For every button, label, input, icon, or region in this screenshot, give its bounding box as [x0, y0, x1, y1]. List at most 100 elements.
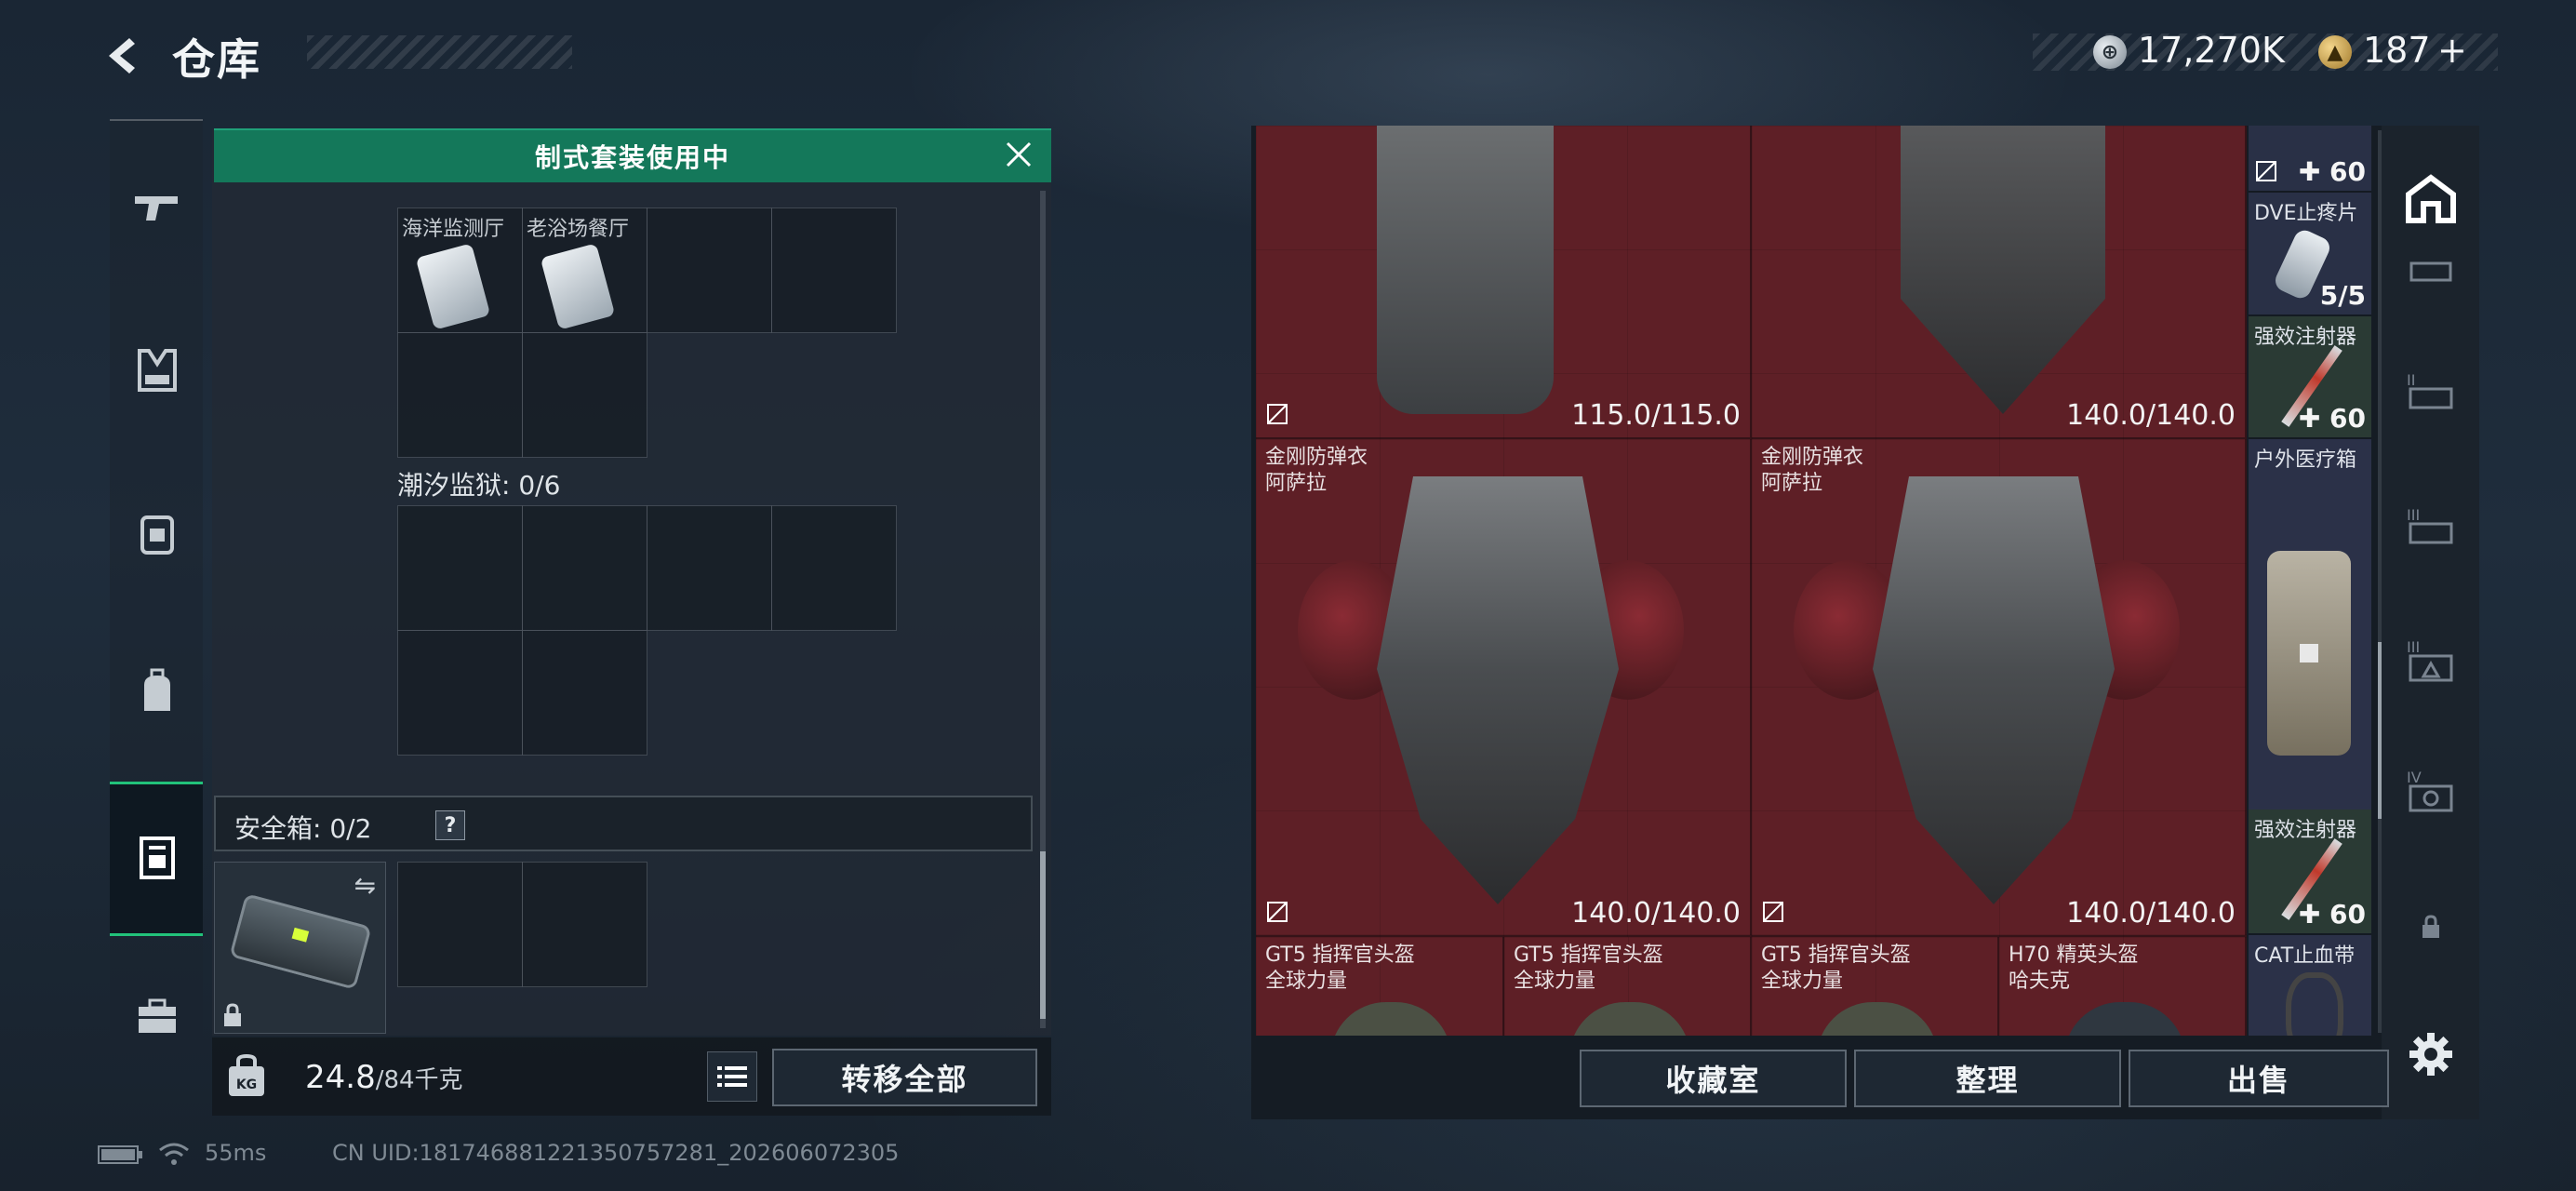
safebox-slot[interactable]: ⇋ [214, 862, 386, 1034]
item-name: DVE止疼片 [2254, 202, 2358, 225]
armor-image [1901, 126, 2105, 414]
item-name: 强效注射器 [2254, 819, 2357, 842]
lock-icon [222, 1003, 243, 1027]
stash-tab-5-icon[interactable]: IV [2393, 754, 2469, 830]
no-insurance-icon [1763, 902, 1783, 922]
item-name: GT5 指挥官头盔 [1761, 943, 1911, 967]
page-title: 仓库 [172, 34, 261, 85]
item-name: H70 精英头盔 [2009, 943, 2139, 967]
gear-icon[interactable] [2393, 1016, 2469, 1092]
help-icon[interactable]: ? [435, 810, 465, 840]
armor-image [1873, 476, 2115, 904]
gold-balance: 187 [2363, 30, 2431, 71]
inventory-slot[interactable] [522, 505, 647, 631]
stash-item-helmet[interactable]: GT5 指挥官头盔 全球力量 [1752, 937, 1999, 1036]
stash-item-armor[interactable]: 金刚防弹衣 阿萨拉 140.0/140.0 [1256, 439, 1752, 937]
pistol-icon[interactable] [117, 167, 197, 248]
no-insurance-icon [1267, 902, 1288, 922]
battery-icon [98, 1144, 144, 1165]
stash-item-medical[interactable]: DVE止疼片 5/5 [2249, 193, 2371, 316]
backpack-icon[interactable] [117, 651, 197, 731]
close-icon[interactable] [1000, 136, 1037, 173]
durability: 140.0/140.0 [2066, 897, 2236, 930]
durability: 140.0/140.0 [2066, 399, 2236, 432]
stash-tab-1-icon[interactable] [2393, 233, 2469, 309]
svg-text:III: III [2407, 506, 2420, 524]
stash-item-armor[interactable]: 140.0/140.0 [1752, 126, 2247, 439]
case-icon[interactable] [117, 977, 197, 1057]
item-name: CAT止血带 [2254, 944, 2356, 968]
keycard-icon [540, 243, 616, 330]
weight-max: /84千克 [375, 1066, 463, 1094]
armor-image [1377, 476, 1619, 904]
inventory-slot[interactable] [771, 207, 897, 333]
stash-item-helmet[interactable]: H70 精英头盔 哈夫克 [1999, 937, 2247, 1036]
svg-text:III: III [2407, 638, 2420, 656]
item-value: 60 [2329, 899, 2366, 930]
stash-item-armor[interactable]: 金刚防弹衣 阿萨拉 140.0/140.0 [1752, 439, 2247, 937]
keycard-icon [415, 243, 491, 330]
inventory-slot[interactable] [647, 505, 772, 631]
item-brand: 阿萨拉 [1265, 472, 1328, 495]
item-name: 老浴场餐厅 [527, 218, 630, 241]
stash-item-medical[interactable]: CAT止血带 [2249, 935, 2371, 1036]
inventory-slot[interactable] [397, 630, 523, 756]
safebox-header: 安全箱: 0/2 ? [214, 796, 1033, 851]
stash-item-medical[interactable]: ✚ 60 [2249, 126, 2371, 193]
svg-text:II: II [2407, 371, 2415, 389]
transfer-all-button[interactable]: 转移全部 [772, 1049, 1037, 1106]
durability: 140.0/140.0 [1571, 897, 1741, 930]
helmet-image [1330, 1002, 1451, 1036]
stash-item-medical[interactable]: 强效注射器 ✚ 60 [2249, 316, 2371, 439]
item-name: 金刚防弹衣 [1265, 446, 1368, 469]
stash-item-helmet[interactable]: GT5 指挥官头盔 全球力量 [1504, 937, 1752, 1036]
item-name: 户外医疗箱 [2254, 448, 2357, 472]
swap-icon[interactable]: ⇋ [354, 870, 376, 901]
item-value: 60 [2329, 156, 2366, 187]
safebox-icon[interactable] [117, 817, 197, 897]
sort-button[interactable]: 整理 [1854, 1050, 2121, 1107]
safebox-slot[interactable] [522, 862, 647, 987]
rig-icon[interactable] [117, 493, 197, 573]
helmet-image [1817, 1002, 1938, 1036]
ping-text: 55ms [205, 1140, 267, 1166]
weight-icon: KG [229, 1053, 264, 1096]
item-brand: 全球力量 [1761, 970, 1844, 993]
stash-home-icon[interactable] [2393, 160, 2469, 236]
durability: 115.0/115.0 [1571, 399, 1741, 432]
sell-button[interactable]: 出售 [2129, 1050, 2389, 1107]
inventory-slot[interactable]: 海洋监测厅 [397, 207, 523, 333]
inventory-slot[interactable] [522, 332, 647, 458]
safebox-slot[interactable] [397, 862, 523, 987]
add-gold-button[interactable]: + [2437, 30, 2467, 71]
item-name: 金刚防弹衣 [1761, 446, 1864, 469]
stash-item-medical[interactable]: 强效注射器 ✚ 60 [2249, 810, 2371, 935]
stash-tab-4-icon[interactable]: III [2393, 623, 2469, 700]
back-arrow-icon[interactable] [98, 33, 144, 79]
stash-item-helmet[interactable]: GT5 指挥官头盔 全球力量 [1256, 937, 1504, 1036]
inventory-slot[interactable] [397, 332, 523, 458]
stash-item-armor[interactable]: 115.0/115.0 [1256, 126, 1752, 439]
inventory-slot[interactable] [647, 207, 772, 333]
wifi-icon [158, 1141, 190, 1167]
list-view-button[interactable] [707, 1051, 757, 1102]
inventory-slot[interactable] [771, 505, 897, 631]
stash-tab-2-icon[interactable]: II [2393, 354, 2469, 430]
medkit-icon [2267, 551, 2351, 756]
stash-grid: 115.0/115.0 140.0/140.0 金刚防弹衣 阿萨拉 140.0/… [1256, 126, 2247, 1036]
loadout-banner: 制式套装使用中 [214, 128, 1051, 182]
armor-image [1377, 126, 1554, 414]
vest-icon[interactable] [117, 330, 197, 410]
item-brand: 阿萨拉 [1761, 472, 1823, 495]
carry-weight: 24.8/84千克 [305, 1059, 463, 1096]
helmet-image [1569, 1002, 1690, 1036]
inventory-scroll-thumb[interactable] [1040, 851, 1046, 1019]
svg-text:IV: IV [2407, 769, 2422, 786]
stash-tab-3-icon[interactable]: III [2393, 488, 2469, 565]
silver-balance: 17,270K [2138, 30, 2285, 71]
inventory-slot[interactable] [397, 505, 523, 631]
inventory-slot[interactable] [522, 630, 647, 756]
inventory-slot[interactable]: 老浴场餐厅 [522, 207, 647, 333]
item-brand: 全球力量 [1265, 970, 1348, 993]
collection-room-button[interactable]: 收藏室 [1580, 1050, 1847, 1107]
